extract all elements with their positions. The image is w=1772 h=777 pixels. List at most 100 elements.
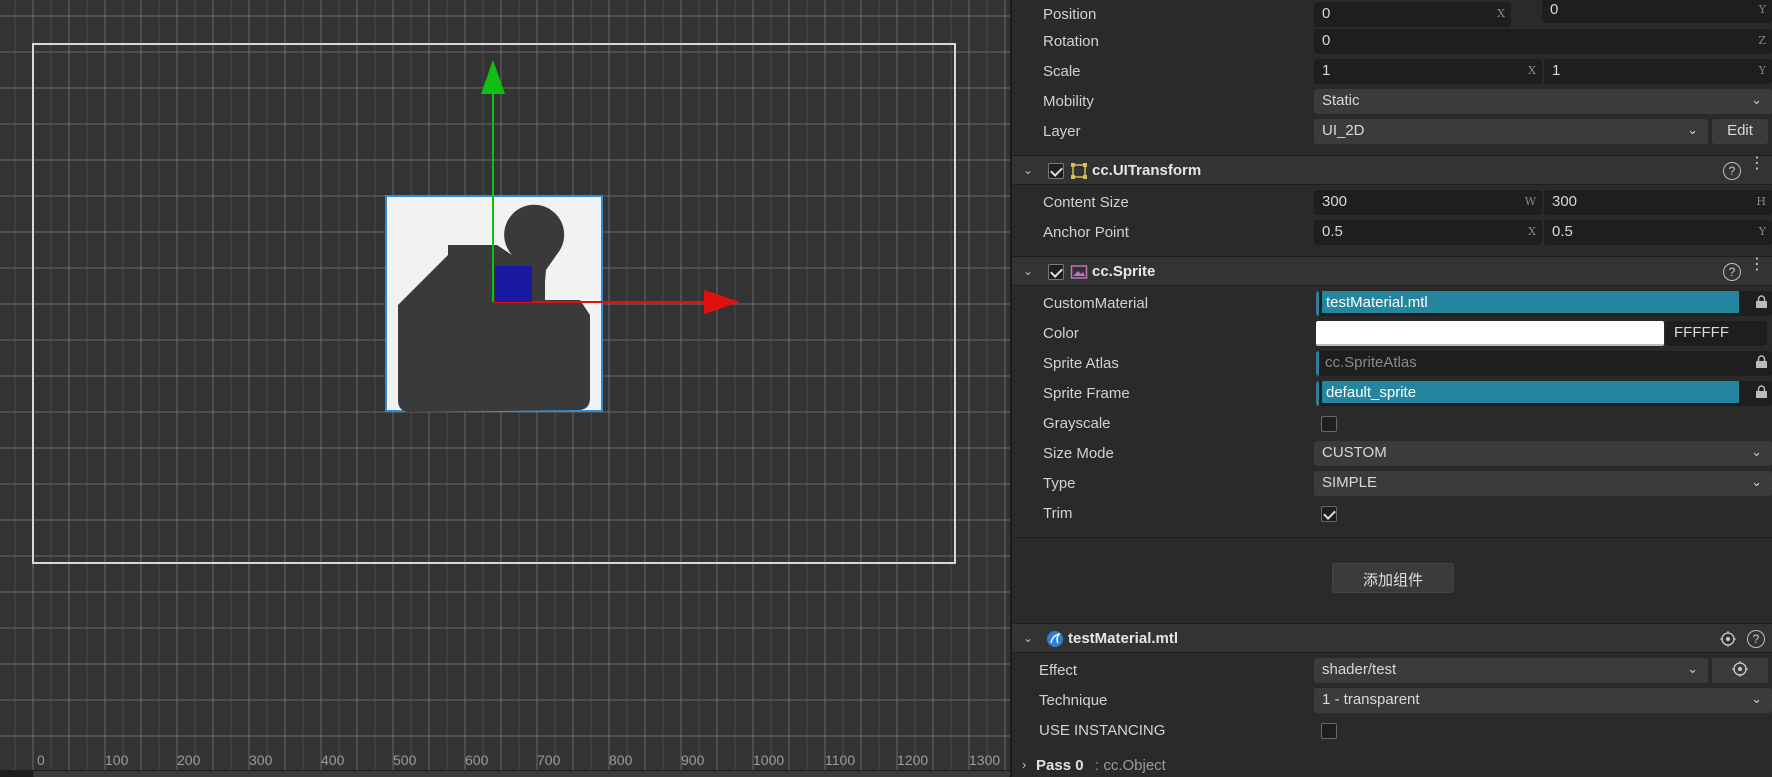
inspector-panel: Position 0X 0Y Rotation 0Z Scale 1X 1Y M… xyxy=(1012,0,1772,777)
technique-label: Technique xyxy=(1039,692,1108,709)
color-swatch[interactable] xyxy=(1316,321,1664,346)
more-menu-icon[interactable]: ⋮ xyxy=(1749,156,1765,172)
grayscale-checkbox[interactable] xyxy=(1321,416,1337,432)
ruler-tick-label: 0 xyxy=(37,752,45,768)
use-instancing-row: USE INSTANCING xyxy=(1012,716,1772,746)
sprite-enabled-checkbox[interactable] xyxy=(1048,264,1064,280)
use-instancing-label: USE INSTANCING xyxy=(1039,722,1166,739)
rotation-label: Rotation xyxy=(1043,33,1099,50)
use-instancing-checkbox[interactable] xyxy=(1321,723,1337,739)
uitransform-header[interactable]: ⌄ cc.UITransform ? ⋮ xyxy=(1012,155,1772,185)
sprite-header[interactable]: ⌄ cc.Sprite ? ⋮ xyxy=(1012,256,1772,286)
asset-lock-icon[interactable] xyxy=(1755,295,1768,309)
custom-material-asset-field[interactable]: testMaterial.mtl xyxy=(1316,291,1772,316)
size-mode-label: Size Mode xyxy=(1043,445,1114,462)
layer-select[interactable]: UI_2D ⌄ xyxy=(1314,119,1708,144)
type-select[interactable]: SIMPLE ⌄ xyxy=(1314,471,1772,496)
move-gizmo[interactable] xyxy=(481,60,740,314)
position-y-input[interactable]: 0Y xyxy=(1542,0,1772,23)
custom-material-row: CustomMaterial testMaterial.mtl xyxy=(1012,289,1772,319)
effect-select[interactable]: shader/test ⌄ xyxy=(1314,658,1708,683)
layer-edit-button[interactable]: Edit xyxy=(1712,119,1768,144)
scale-label: Scale xyxy=(1043,63,1081,80)
locate-icon xyxy=(1732,661,1748,677)
ruler-tick-label: 100 xyxy=(105,752,129,768)
sprite-atlas-label: Sprite Atlas xyxy=(1043,355,1119,372)
chevron-down-icon: ⌄ xyxy=(1751,691,1762,706)
sprite-title: cc.Sprite xyxy=(1092,263,1156,280)
color-hex-input[interactable]: FFFFFF xyxy=(1666,321,1767,346)
help-icon[interactable]: ? xyxy=(1723,263,1741,281)
ruler-tick-label: 1300 xyxy=(969,752,1001,768)
ruler-tick-label: 800 xyxy=(609,752,633,768)
rotation-input[interactable]: 0Z xyxy=(1314,29,1772,54)
ruler-tick-label: 300 xyxy=(249,752,273,768)
ruler-tick-label: 1000 xyxy=(753,752,785,768)
sprite-atlas-row: Sprite Atlas cc.SpriteAtlas xyxy=(1012,349,1772,379)
ruler-tick-label: 1100 xyxy=(825,752,856,768)
content-height-input[interactable]: 300 H xyxy=(1544,190,1772,215)
chevron-down-icon: ⌄ xyxy=(1751,474,1762,489)
xy-plane-handle xyxy=(495,266,532,302)
collapse-arrow-icon[interactable]: ⌄ xyxy=(1023,163,1033,177)
pass-0-row[interactable]: › Pass 0 : cc.Object xyxy=(1012,751,1772,777)
scale-y-input[interactable]: 1Y xyxy=(1544,59,1772,84)
anchor-y-input[interactable]: 0.5 Y xyxy=(1544,220,1772,245)
sprite-component-icon xyxy=(1070,265,1088,279)
material-header[interactable]: ⌄ testMaterial.mtl ? xyxy=(1012,623,1772,653)
size-mode-select[interactable]: CUSTOM ⌄ xyxy=(1314,441,1772,466)
expand-arrow-icon[interactable]: › xyxy=(1022,757,1026,772)
locate-icon[interactable] xyxy=(1720,631,1736,647)
scene-horizontal-scrollbar[interactable] xyxy=(0,770,1010,777)
anchor-x-input[interactable]: 0.5 X xyxy=(1314,220,1542,245)
layer-label: Layer xyxy=(1043,123,1081,140)
collapse-arrow-icon[interactable]: ⌄ xyxy=(1023,264,1033,278)
rotation-row: Rotation 0Z xyxy=(1012,27,1772,57)
mobility-select[interactable]: Static ⌄ xyxy=(1314,89,1772,114)
scene-canvas[interactable] xyxy=(0,0,1010,777)
help-icon[interactable]: ? xyxy=(1723,162,1741,180)
mobility-row: Mobility Static ⌄ xyxy=(1012,87,1772,117)
collapse-arrow-icon[interactable]: ⌄ xyxy=(1023,631,1033,645)
effect-row: Effect shader/test ⌄ xyxy=(1012,656,1772,686)
anchor-point-label: Anchor Point xyxy=(1043,224,1129,241)
position-x-input[interactable]: 0X xyxy=(1314,2,1511,27)
material-icon xyxy=(1047,631,1063,647)
grayscale-label: Grayscale xyxy=(1043,415,1111,432)
technique-select[interactable]: 1 - transparent ⌄ xyxy=(1314,688,1772,713)
uitransform-title: cc.UITransform xyxy=(1092,162,1202,179)
trim-checkbox[interactable] xyxy=(1321,506,1337,522)
ruler-tick-label: 400 xyxy=(321,752,345,768)
position-label: Position xyxy=(1043,6,1097,23)
asset-lock-icon[interactable] xyxy=(1755,385,1768,399)
mobility-label: Mobility xyxy=(1043,93,1094,110)
sprite-atlas-asset-field[interactable]: cc.SpriteAtlas xyxy=(1316,351,1772,376)
content-size-row: Content Size 300 W 300 H xyxy=(1012,188,1772,218)
ruler-tick-label: 200 xyxy=(177,752,201,768)
pass-0-type: : cc.Object xyxy=(1095,757,1166,774)
add-component-button[interactable]: 添加组件 xyxy=(1332,563,1454,593)
material-title: testMaterial.mtl xyxy=(1068,630,1179,647)
ruler-tick-label: 600 xyxy=(465,752,489,768)
effect-locate-button[interactable] xyxy=(1712,658,1768,683)
trim-label: Trim xyxy=(1043,505,1073,522)
size-mode-row: Size Mode CUSTOM ⌄ xyxy=(1012,439,1772,469)
uitransform-icon xyxy=(1071,163,1087,179)
content-size-label: Content Size xyxy=(1043,194,1129,211)
more-menu-icon[interactable]: ⋮ xyxy=(1749,257,1765,273)
help-icon[interactable]: ? xyxy=(1747,630,1765,648)
chevron-down-icon: ⌄ xyxy=(1751,92,1762,107)
color-label: Color xyxy=(1043,325,1079,342)
ruler-tick-label: 1200 xyxy=(897,752,929,768)
ruler-tick-label: 700 xyxy=(537,752,561,768)
grayscale-row: Grayscale xyxy=(1012,409,1772,439)
effect-label: Effect xyxy=(1039,662,1078,679)
asset-lock-icon[interactable] xyxy=(1755,355,1768,369)
scene-viewport[interactable]: 0 100 200 300 400 500 600 700 800 900 1000 1100 1200… xyxy=(0,0,1010,777)
chevron-down-icon: ⌄ xyxy=(1687,661,1698,676)
type-row: Type SIMPLE ⌄ xyxy=(1012,469,1772,499)
content-width-input[interactable]: 300 W xyxy=(1314,190,1542,215)
scale-x-input[interactable]: 1X xyxy=(1314,59,1542,84)
uitransform-enabled-checkbox[interactable] xyxy=(1048,163,1064,179)
sprite-frame-asset-field[interactable]: default_sprite xyxy=(1316,381,1772,406)
